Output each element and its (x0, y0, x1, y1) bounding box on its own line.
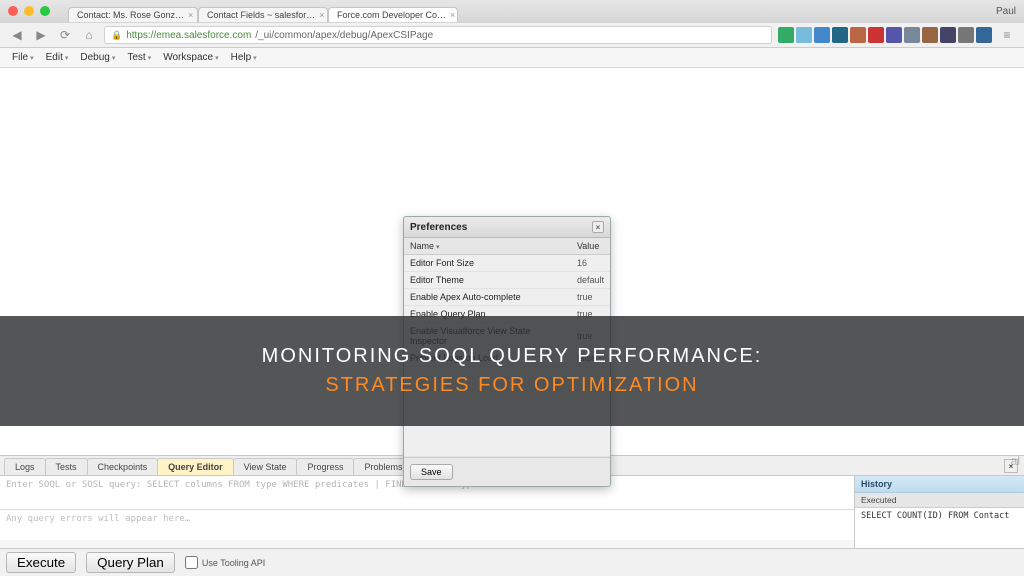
history-sub: Executed (855, 493, 1024, 508)
url-path: /_ui/common/apex/debug/ApexCSIPage (255, 30, 433, 41)
traffic-min-icon[interactable] (24, 6, 34, 16)
history-item[interactable]: SELECT COUNT(ID) FROM Contact (855, 508, 1024, 548)
url-field[interactable]: 🔒 https://emea.salesforce.com /_ui/common… (104, 26, 772, 44)
bottom-footer: Execute Query Plan Use Tooling API (0, 548, 1024, 576)
ext-icon[interactable] (958, 27, 974, 43)
menu-file[interactable]: File▾ (8, 50, 38, 65)
ext-icon[interactable] (886, 27, 902, 43)
back-icon[interactable]: ◀ (8, 26, 26, 44)
table-row: Editor Font Size16 (404, 255, 610, 272)
ext-icon[interactable] (976, 27, 992, 43)
devconsole-menubar: File▾ Edit▾ Debug▾ Test▾ Workspace▾ Help… (0, 48, 1024, 68)
ext-icon[interactable] (796, 27, 812, 43)
save-button[interactable]: Save (410, 464, 453, 480)
ext-icon[interactable] (778, 27, 794, 43)
reload-icon[interactable]: ⟳ (56, 26, 74, 44)
browser-tab-0[interactable]: Contact: Ms. Rose Gonz…× (68, 7, 198, 22)
query-plan-button[interactable]: Query Plan (86, 552, 175, 573)
menu-edit[interactable]: Edit▾ (42, 50, 73, 65)
close-icon[interactable]: × (592, 221, 604, 233)
ext-icon[interactable] (922, 27, 938, 43)
browser-user: Paul (996, 6, 1016, 17)
close-icon[interactable]: × (450, 10, 455, 20)
menu-debug[interactable]: Debug▾ (76, 50, 119, 65)
ext-icon[interactable] (940, 27, 956, 43)
browser-urlbar: ◀ ▶ ⟳ ⌂ 🔒 https://emea.salesforce.com /_u… (0, 22, 1024, 48)
browser-tab-2[interactable]: Force.com Developer Co…× (328, 7, 458, 22)
browser-tabs: Contact: Ms. Rose Gonz…× Contact Fields … (68, 0, 990, 22)
title-overlay: MONITORING SOQL QUERY PERFORMANCE: STRAT… (0, 316, 1024, 426)
home-icon[interactable]: ⌂ (80, 26, 98, 44)
devconsole-content: Preferences × Name Value Editor Font Siz… (0, 68, 1024, 576)
extension-icons (778, 27, 992, 43)
chevron-down-icon: ▾ (215, 54, 219, 62)
close-icon[interactable]: × (188, 10, 193, 20)
window-titlebar: Contact: Ms. Rose Gonz…× Contact Fields … (0, 0, 1024, 22)
dialog-header[interactable]: Preferences × (404, 217, 610, 238)
col-name[interactable]: Name (404, 238, 571, 255)
tab-view-state[interactable]: View State (233, 458, 298, 475)
execute-button[interactable]: Execute (6, 552, 76, 573)
browser-tab-1[interactable]: Contact Fields ~ salesfor…× (198, 7, 328, 22)
chevron-down-icon: ▾ (65, 54, 69, 62)
ext-icon[interactable] (904, 27, 920, 43)
url-host: https://emea.salesforce.com (126, 30, 251, 41)
chevron-down-icon: ▾ (253, 54, 257, 62)
tooling-api-checkbox[interactable] (185, 556, 198, 569)
chevron-down-icon: ▾ (112, 54, 116, 62)
tooling-api-toggle[interactable]: Use Tooling API (185, 556, 265, 569)
menu-icon[interactable]: ≡ (998, 26, 1016, 44)
close-icon[interactable]: × (319, 10, 324, 20)
forward-icon[interactable]: ▶ (32, 26, 50, 44)
traffic-close-icon[interactable] (8, 6, 18, 16)
chevron-down-icon: ▾ (30, 54, 34, 62)
dialog-title: Preferences (410, 222, 467, 233)
ext-icon[interactable] (850, 27, 866, 43)
watermark: al (1011, 454, 1020, 468)
table-row: Enable Apex Auto-completetrue (404, 289, 610, 306)
query-errors: Any query errors will appear here… (0, 510, 854, 540)
menu-help[interactable]: Help▾ (227, 50, 261, 65)
tab-query-editor[interactable]: Query Editor (157, 458, 234, 475)
menu-test[interactable]: Test▾ (123, 50, 155, 65)
overlay-line1: MONITORING SOQL QUERY PERFORMANCE: (262, 345, 763, 368)
ext-icon[interactable] (814, 27, 830, 43)
traffic-max-icon[interactable] (40, 6, 50, 16)
ext-icon[interactable] (832, 27, 848, 43)
tab-logs[interactable]: Logs (4, 458, 46, 475)
tab-progress[interactable]: Progress (296, 458, 354, 475)
chevron-down-icon: ▾ (148, 54, 152, 62)
col-value[interactable]: Value (571, 238, 610, 255)
overlay-line2: STRATEGIES FOR OPTIMIZATION (325, 374, 698, 397)
table-row: Editor Themedefault (404, 272, 610, 289)
menu-workspace[interactable]: Workspace▾ (159, 50, 222, 65)
history-title: History (855, 476, 1024, 493)
ext-icon[interactable] (868, 27, 884, 43)
history-panel: History Executed SELECT COUNT(ID) FROM C… (854, 476, 1024, 548)
tab-tests[interactable]: Tests (45, 458, 88, 475)
lock-icon: 🔒 (111, 30, 122, 41)
tab-checkpoints[interactable]: Checkpoints (87, 458, 159, 475)
